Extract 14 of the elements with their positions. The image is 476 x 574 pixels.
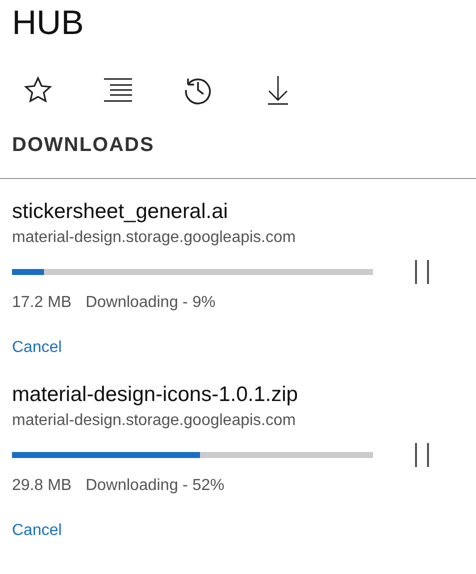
pause-icon[interactable]	[415, 260, 429, 284]
file-name: material-design-icons-1.0.1.zip	[12, 382, 298, 408]
download-status: Downloading - 52%	[86, 476, 224, 496]
cancel-link[interactable]: Cancel	[12, 520, 62, 542]
file-source: material-design.storage.googleapis.com	[12, 229, 296, 246]
file-size: 17.2 MB	[12, 293, 72, 313]
cancel-link[interactable]: Cancel	[12, 337, 62, 359]
file-name: stickersheet_general.ai	[12, 199, 228, 225]
file-source: material-design.storage.googleapis.com	[12, 412, 296, 429]
file-size: 29.8 MB	[12, 476, 72, 496]
section-heading: DOWNLOADS	[12, 133, 154, 158]
page-title: HUB	[12, 3, 84, 44]
download-status: Downloading - 9%	[86, 293, 216, 313]
pause-icon[interactable]	[415, 443, 429, 467]
